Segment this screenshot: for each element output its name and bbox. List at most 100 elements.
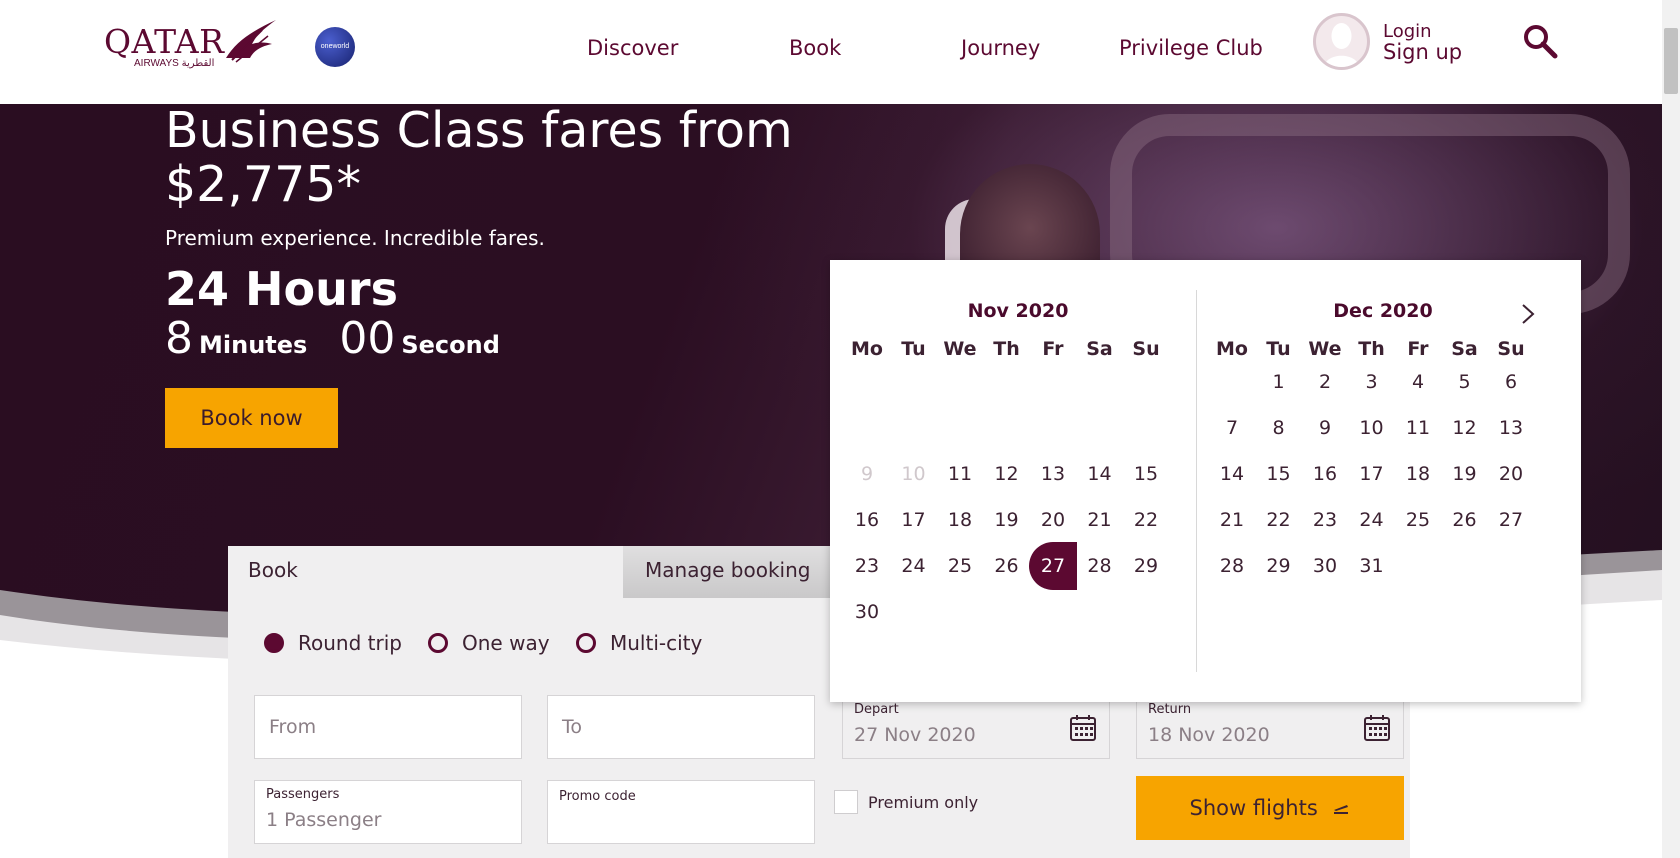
to-field[interactable]: To xyxy=(547,695,815,759)
nav-journey[interactable]: Journey xyxy=(961,36,1040,60)
calendar-day[interactable]: 15 xyxy=(1255,450,1303,498)
chevron-right-icon[interactable] xyxy=(1518,302,1538,326)
tab-book[interactable]: Book xyxy=(228,546,623,598)
calendar-day[interactable]: 14 xyxy=(1208,450,1256,498)
calendar-day[interactable]: 11 xyxy=(936,450,984,498)
calendar-day[interactable]: 23 xyxy=(843,542,891,590)
calendar-day[interactable]: 25 xyxy=(936,542,984,590)
calendar-day[interactable]: 7 xyxy=(1208,404,1256,452)
calendar-icon[interactable] xyxy=(1069,714,1097,742)
nav-book[interactable]: Book xyxy=(789,36,841,60)
calendar-day[interactable]: 28 xyxy=(1076,542,1124,590)
calendar-day[interactable]: 6 xyxy=(1487,358,1535,406)
countdown-minutes-unit: Minutes xyxy=(199,331,308,359)
calendar-day[interactable]: 21 xyxy=(1208,496,1256,544)
calendar-day[interactable]: 4 xyxy=(1394,358,1442,406)
scrollbar-thumb[interactable] xyxy=(1664,28,1678,94)
calendar-day[interactable]: 12 xyxy=(1441,404,1489,452)
return-value: 18 Nov 2020 xyxy=(1148,724,1270,746)
show-flights-label: Show flights xyxy=(1189,796,1318,820)
passengers-label: Passengers xyxy=(266,787,340,802)
calendar-day[interactable]: 16 xyxy=(1301,450,1349,498)
calendar-day[interactable]: 16 xyxy=(843,496,891,544)
passengers-field[interactable]: Passengers 1 Passenger xyxy=(254,780,522,844)
calendar-day[interactable]: 11 xyxy=(1394,404,1442,452)
calendar-day[interactable]: 2 xyxy=(1301,358,1349,406)
depart-date-field[interactable]: Depart 27 Nov 2020 xyxy=(842,695,1110,759)
calendar-day[interactable]: 22 xyxy=(1255,496,1303,544)
calendar-day[interactable]: 26 xyxy=(983,542,1031,590)
calendar-day[interactable]: 24 xyxy=(1348,496,1396,544)
calendar-day[interactable]: 19 xyxy=(983,496,1031,544)
calendar-day[interactable]: 5 xyxy=(1441,358,1489,406)
promo-code-field[interactable]: Promo code xyxy=(547,780,815,844)
radio-multi-city[interactable]: Multi-city xyxy=(576,631,702,655)
qatar-airways-logo[interactable]: QATAR AIRWAYS القطرية xyxy=(104,20,284,74)
radio-unselected-icon xyxy=(428,633,448,653)
site-header: QATAR AIRWAYS القطرية oneworld Discover … xyxy=(0,0,1662,104)
calendar-day[interactable]: 23 xyxy=(1301,496,1349,544)
calendar-day[interactable]: 26 xyxy=(1441,496,1489,544)
calendar-day: 10 xyxy=(901,463,926,485)
hero-price: $2,775* xyxy=(165,156,361,213)
user-icon xyxy=(1324,23,1359,67)
weekday-label: Mo xyxy=(1216,338,1248,360)
calendar-day[interactable]: 31 xyxy=(1348,542,1396,590)
scrollbar[interactable] xyxy=(1662,0,1680,858)
calendar-icon[interactable] xyxy=(1363,714,1391,742)
calendar-day[interactable]: 20 xyxy=(1487,450,1535,498)
login-link[interactable]: Login xyxy=(1383,21,1432,42)
nav-discover[interactable]: Discover xyxy=(587,36,678,60)
calendar-day[interactable]: 18 xyxy=(1394,450,1442,498)
calendar-day[interactable]: 8 xyxy=(1255,404,1303,452)
premium-only-checkbox[interactable]: Premium only xyxy=(834,790,978,814)
calendar-day[interactable]: 22 xyxy=(1122,496,1170,544)
calendar-day[interactable]: 1 xyxy=(1255,358,1303,406)
calendar-day[interactable]: 18 xyxy=(936,496,984,544)
radio-round-trip[interactable]: Round trip xyxy=(264,631,402,655)
signup-link[interactable]: Sign up xyxy=(1383,40,1462,64)
hero-subtitle: Premium experience. Incredible fares. xyxy=(165,226,545,250)
calendar-day[interactable]: 10 xyxy=(1348,404,1396,452)
calendar-day[interactable]: 17 xyxy=(890,496,938,544)
calendar-day[interactable]: 19 xyxy=(1441,450,1489,498)
calendar-day[interactable]: 15 xyxy=(1122,450,1170,498)
countdown-seconds-value: 00 xyxy=(339,313,396,364)
calendar-day[interactable]: 30 xyxy=(843,588,891,636)
weekday-label: We xyxy=(1308,338,1342,360)
calendar-day[interactable]: 27 xyxy=(1487,496,1535,544)
nav-privilege-club[interactable]: Privilege Club xyxy=(1119,36,1263,60)
show-flights-button[interactable]: Show flights xyxy=(1136,776,1404,840)
calendar-day[interactable]: 13 xyxy=(1029,450,1077,498)
search-icon[interactable] xyxy=(1522,23,1558,59)
calendar-day[interactable]: 12 xyxy=(983,450,1031,498)
calendar-day[interactable]: 3 xyxy=(1348,358,1396,406)
return-date-field[interactable]: Return 18 Nov 2020 xyxy=(1136,695,1404,759)
calendar-day[interactable]: 27 xyxy=(1029,542,1077,590)
calendar-day[interactable]: 24 xyxy=(890,542,938,590)
calendar-day[interactable]: 25 xyxy=(1394,496,1442,544)
countdown-minutes-value: 8 xyxy=(165,313,193,364)
calendar-day[interactable]: 20 xyxy=(1029,496,1077,544)
from-field[interactable]: From xyxy=(254,695,522,759)
radio-one-way[interactable]: One way xyxy=(428,631,550,655)
calendar-day[interactable]: 14 xyxy=(1076,450,1124,498)
radio-label: One way xyxy=(462,631,550,655)
promo-code-label: Promo code xyxy=(559,789,636,804)
checkbox-box[interactable] xyxy=(834,790,858,814)
calendar-day[interactable]: 21 xyxy=(1076,496,1124,544)
calendar-day[interactable]: 9 xyxy=(1301,404,1349,452)
calendar-day[interactable]: 17 xyxy=(1348,450,1396,498)
oneworld-logo[interactable]: oneworld xyxy=(315,27,355,67)
plane-icon xyxy=(1334,805,1349,814)
calendar-divider xyxy=(1196,290,1197,672)
calendar-day[interactable]: 13 xyxy=(1487,404,1535,452)
calendar-day[interactable]: 29 xyxy=(1122,542,1170,590)
weekday-label: Th xyxy=(993,338,1020,360)
avatar[interactable] xyxy=(1313,13,1370,70)
calendar-day[interactable]: 28 xyxy=(1208,542,1256,590)
countdown: 8 Minutes 00 Second xyxy=(165,316,532,362)
calendar-day[interactable]: 29 xyxy=(1255,542,1303,590)
book-now-button[interactable]: Book now xyxy=(165,388,338,448)
calendar-day[interactable]: 30 xyxy=(1301,542,1349,590)
